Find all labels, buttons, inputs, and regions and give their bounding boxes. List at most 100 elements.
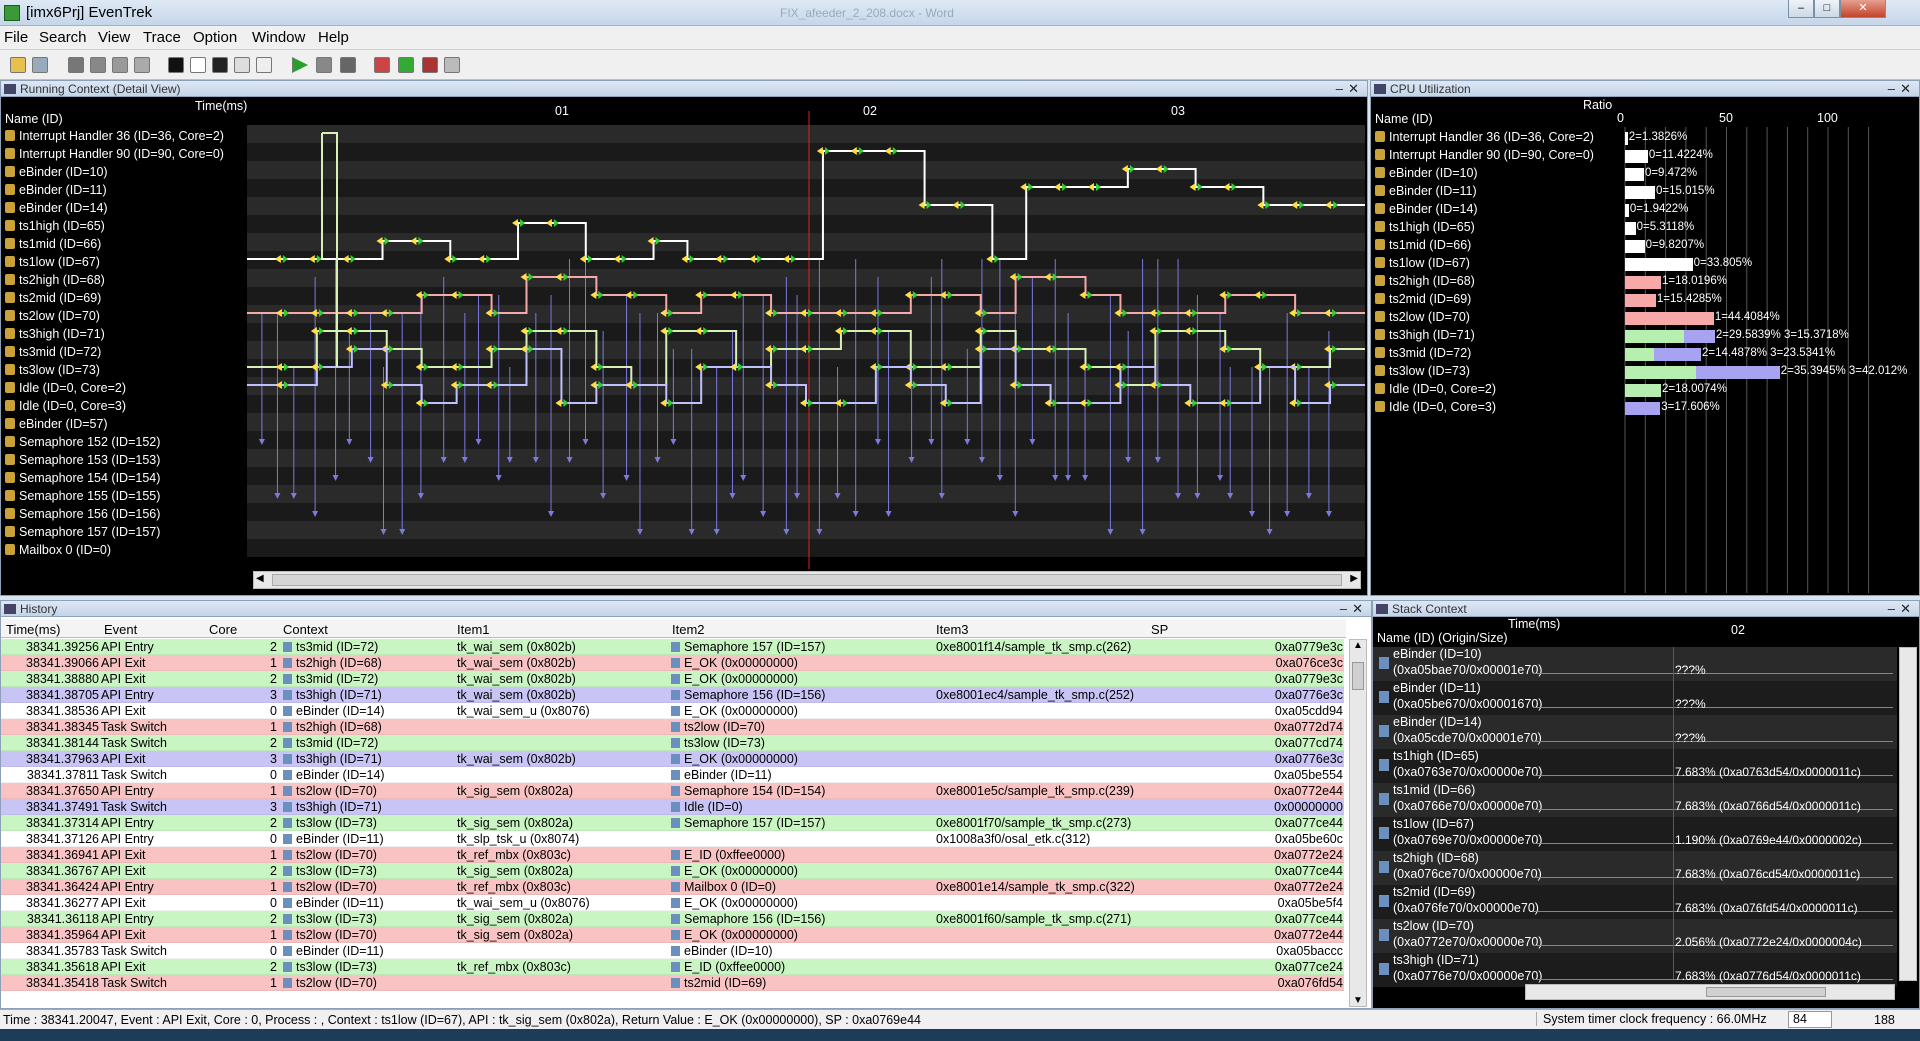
stack-row[interactable]: ts2mid (ID=69) (0xa076fe70/0x00000e70) 7.6… [1373, 885, 1897, 919]
target-connect-icon[interactable] [374, 57, 390, 73]
col-sp[interactable]: SP [1151, 622, 1168, 637]
menu-search[interactable]: Search [39, 29, 87, 46]
cpu-row-label[interactable]: ts1mid (ID=66) [1375, 238, 1471, 252]
table-row[interactable]: 38341.36424 API Entry 1 ts2low (ID=70) tk_re… [1, 879, 1344, 895]
stack-row[interactable]: ts1low (ID=67) (0xa0769e70/0x00000e70) 1.1… [1373, 817, 1897, 851]
close-button[interactable]: ✕ [1840, 0, 1886, 18]
task-row-label[interactable]: Semaphore 154 (ID=154) [5, 471, 160, 485]
stack-row[interactable]: ts1high (ID=65) (0xa0763e70/0x00000e70) 7.… [1373, 749, 1897, 783]
stack-vertical-scrollbar[interactable] [1899, 647, 1917, 981]
scrollbar-thumb[interactable] [1352, 662, 1364, 690]
task-row-label[interactable]: ts2high (ID=68) [5, 273, 105, 287]
table-row[interactable]: 38341.39256 API Entry 2 ts3mid (ID=72) tk_wa… [1, 639, 1344, 655]
scrollbar-thumb[interactable] [1706, 987, 1826, 997]
stack-row[interactable]: ts3high (ID=71) (0xa0776e70/0x00000e70) 7.… [1373, 953, 1897, 987]
cpu-row-label[interactable]: Idle (ID=0, Core=3) [1375, 400, 1496, 414]
panel-minimize-icon[interactable]: – [1888, 601, 1895, 616]
target-download-icon[interactable] [398, 57, 414, 73]
panel-close-icon[interactable]: ✕ [1900, 81, 1911, 97]
table-row[interactable]: 38341.35783 Task Switch 0 eBinder (ID=11) eB… [1, 943, 1344, 959]
menu-option[interactable]: Option [193, 29, 237, 46]
table-row[interactable]: 38341.35964 API Exit 1 ts2low (ID=70) tk_sig… [1, 927, 1344, 943]
stop-icon[interactable] [340, 57, 356, 73]
cpu-row-label[interactable]: Idle (ID=0, Core=2) [1375, 382, 1496, 396]
panel-minimize-icon[interactable]: – [1336, 81, 1343, 96]
table-row[interactable]: 38341.38880 API Exit 2 ts3mid (ID=72) tk_wai… [1, 671, 1344, 687]
find-prev-icon[interactable] [112, 57, 128, 73]
col-item3[interactable]: Item3 [936, 622, 969, 637]
zoom-spinner[interactable]: 84 [1788, 1011, 1832, 1028]
task-row-label[interactable]: ts3low (ID=73) [5, 363, 100, 377]
table-row[interactable]: 38341.38536 API Exit 0 eBinder (ID=14) tk_wa… [1, 703, 1344, 719]
task-row-label[interactable]: ts1mid (ID=66) [5, 237, 101, 251]
menu-trace[interactable]: Trace [143, 29, 181, 46]
save-icon[interactable] [32, 57, 48, 73]
settings-icon[interactable] [444, 57, 460, 73]
minimize-button[interactable]: – [1788, 0, 1814, 18]
task-row-label[interactable]: Interrupt Handler 90 (ID=90, Core=0) [5, 147, 224, 161]
scroll-right-icon[interactable]: ▶ [1350, 573, 1358, 584]
task-row-label[interactable]: Interrupt Handler 36 (ID=36, Core=2) [5, 129, 224, 143]
cpu-row-label[interactable]: ts1low (ID=67) [1375, 256, 1470, 270]
panel-minimize-icon[interactable]: – [1888, 81, 1895, 96]
table-row[interactable]: 38341.38345 Task Switch 1 ts2high (ID=68) ts… [1, 719, 1344, 735]
stack-row[interactable]: ts1mid (ID=66) (0xa0766e70/0x00000e70) 7.6… [1373, 783, 1897, 817]
task-row-label[interactable]: ts1low (ID=67) [5, 255, 100, 269]
stack-view-icon[interactable] [234, 57, 250, 73]
horizontal-scrollbar[interactable]: ◀ ▶ [253, 571, 1361, 589]
table-row[interactable]: 38341.37126 API Entry 0 eBinder (ID=11) tk_s… [1, 831, 1344, 847]
cpu-row-label[interactable]: ts1high (ID=65) [1375, 220, 1475, 234]
task-row-label[interactable]: eBinder (ID=57) [5, 417, 108, 431]
menu-help[interactable]: Help [318, 29, 349, 46]
task-row-label[interactable]: Idle (ID=0, Core=3) [5, 399, 126, 413]
task-row-label[interactable]: ts2mid (ID=69) [5, 291, 101, 305]
find-icon[interactable] [68, 57, 84, 73]
table-row[interactable]: 38341.38144 Task Switch 2 ts3mid (ID=72) ts3… [1, 735, 1344, 751]
stack-row[interactable]: ts2low (ID=70) (0xa0772e70/0x00000e70) 2.0… [1373, 919, 1897, 953]
task-row-label[interactable]: eBinder (ID=14) [5, 201, 108, 215]
running-context-view-icon[interactable] [168, 57, 184, 73]
cpu-row-label[interactable]: ts3low (ID=73) [1375, 364, 1470, 378]
menu-window[interactable]: Window [252, 29, 305, 46]
col-item1[interactable]: Item1 [457, 622, 490, 637]
stack-horizontal-scrollbar[interactable] [1525, 984, 1895, 1000]
task-row-label[interactable]: Idle (ID=0, Core=2) [5, 381, 126, 395]
filter-icon[interactable] [134, 57, 150, 73]
table-row[interactable]: 38341.37491 Task Switch 3 ts3high (ID=71) Id… [1, 799, 1344, 815]
cpu-row-label[interactable]: eBinder (ID=10) [1375, 166, 1478, 180]
table-row[interactable]: 38341.37963 API Exit 3 ts3high (ID=71) tk_wa… [1, 751, 1344, 767]
target-upload-icon[interactable] [422, 57, 438, 73]
stack-row[interactable]: eBinder (ID=14) (0xa05cde70/0x00001e70)??… [1373, 715, 1897, 749]
scrollbar-thumb[interactable] [272, 574, 1342, 586]
scroll-left-icon[interactable]: ◀ [256, 573, 264, 584]
table-row[interactable]: 38341.37650 API Entry 1 ts2low (ID=70) tk_si… [1, 783, 1344, 799]
cpu-row-label[interactable]: ts2high (ID=68) [1375, 274, 1475, 288]
table-row[interactable]: 38341.36941 API Exit 1 ts2low (ID=70) tk_ref… [1, 847, 1344, 863]
task-row-label[interactable]: Semaphore 152 (ID=152) [5, 435, 160, 449]
table-row[interactable]: 38341.36277 API Exit 0 eBinder (ID=11) tk_wa… [1, 895, 1344, 911]
panel-minimize-icon[interactable]: – [1340, 601, 1347, 616]
stack-row[interactable]: eBinder (ID=11) (0xa05be670/0x00001670)??… [1373, 681, 1897, 715]
menu-view[interactable]: View [98, 29, 130, 46]
col-context[interactable]: Context [283, 622, 328, 637]
cpu-row-label[interactable]: eBinder (ID=11) [1375, 184, 1477, 198]
task-row-label[interactable]: Semaphore 157 (ID=157) [5, 525, 160, 539]
task-row-label[interactable]: Semaphore 155 (ID=155) [5, 489, 160, 503]
table-row[interactable]: 38341.36118 API Entry 2 ts3low (ID=73) tk_si… [1, 911, 1344, 927]
table-row[interactable]: 38341.39066 API Exit 1 ts2high (ID=68) tk_wa… [1, 655, 1344, 671]
cpu-row-label[interactable]: Interrupt Handler 90 (ID=90, Core=0) [1375, 148, 1594, 162]
task-row-label[interactable]: ts2low (ID=70) [5, 309, 100, 323]
table-row[interactable]: 38341.36767 API Exit 2 ts3low (ID=73) tk_sig… [1, 863, 1344, 879]
history-view-icon[interactable] [190, 57, 206, 73]
cpu-row-label[interactable]: ts2mid (ID=69) [1375, 292, 1471, 306]
history-vertical-scrollbar[interactable]: ▲ ▼ [1349, 639, 1367, 1007]
cpu-row-label[interactable]: ts3mid (ID=72) [1375, 346, 1471, 360]
task-row-label[interactable]: eBinder (ID=11) [5, 183, 107, 197]
timeline-chart[interactable] [247, 111, 1365, 569]
col-core[interactable]: Core [209, 622, 237, 637]
col-time[interactable]: Time(ms) [6, 622, 60, 637]
scroll-down-icon[interactable]: ▼ [1353, 995, 1363, 1006]
panel-close-icon[interactable]: ✕ [1352, 601, 1363, 617]
cpu-view-icon[interactable] [212, 57, 228, 73]
table-row[interactable]: 38341.37314 API Entry 2 ts3low (ID=73) tk_si… [1, 815, 1344, 831]
